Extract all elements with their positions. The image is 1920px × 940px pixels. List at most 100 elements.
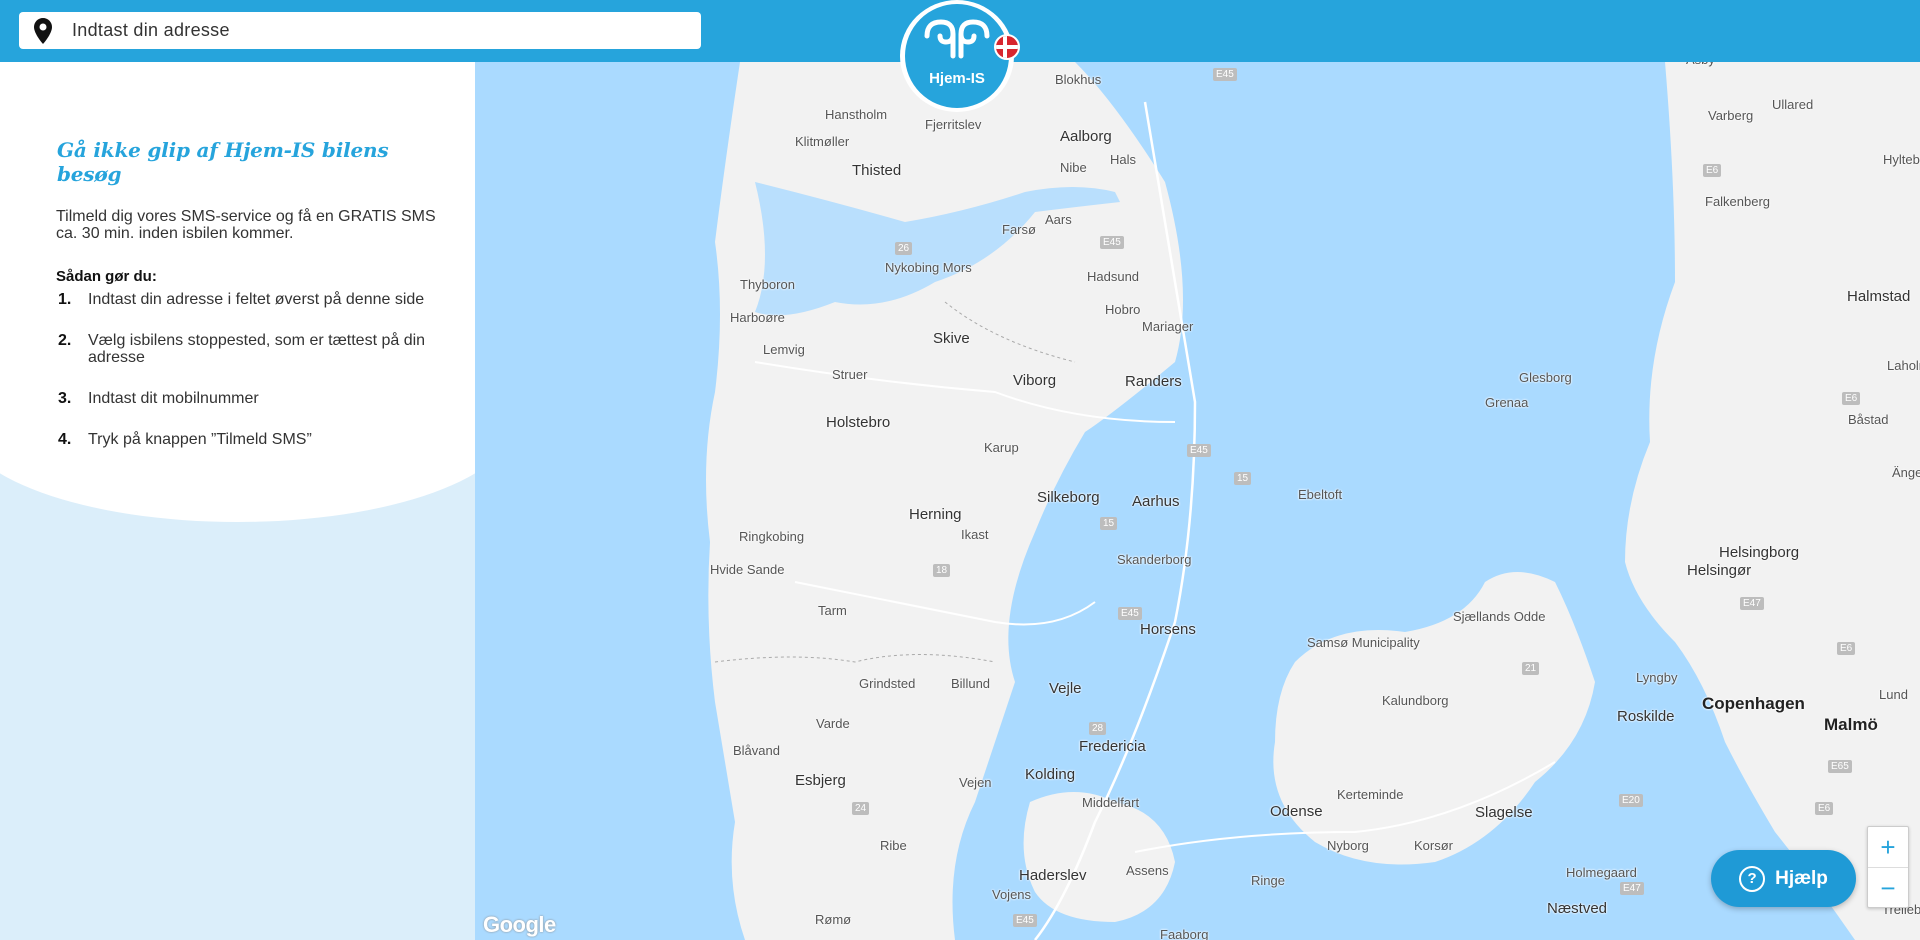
map-place-label: Rømø xyxy=(815,912,852,927)
map-place-label: Aars xyxy=(1045,212,1072,227)
map-place-label: Nykobing Mors xyxy=(885,260,972,275)
logo-badge: Hjem-IS xyxy=(905,4,1009,108)
map-place-label: Sjællands Odde xyxy=(1453,609,1546,624)
steps-list: 1. Indtast din adresse i feltet øverst p… xyxy=(56,291,436,448)
road-shield-label: E6 xyxy=(1837,642,1856,655)
map-place-label: Copenhagen xyxy=(1702,694,1805,713)
map-place-label: Ullared xyxy=(1772,97,1814,112)
map-place-label: Silkeborg xyxy=(1037,489,1100,506)
map-place-label: Haderslev xyxy=(1019,867,1087,884)
road-shield-label: E6 xyxy=(1815,802,1834,815)
zoom-out-button[interactable]: − xyxy=(1868,868,1908,908)
step-text: Indtast din adresse i feltet øverst på d… xyxy=(88,291,425,308)
map-place-label: Blokhus xyxy=(1055,72,1102,87)
map-place-label: Grenaa xyxy=(1485,395,1529,410)
road-shield-label: E45 xyxy=(1100,236,1124,249)
road-shield-label: 21 xyxy=(1522,662,1540,675)
map-place-label: Assens xyxy=(1126,863,1169,878)
howto-heading: Sådan gør du: xyxy=(56,268,157,285)
map-place-label: Randers xyxy=(1125,373,1182,390)
map-place-label: Mariager xyxy=(1142,319,1194,334)
map-place-label: Laholm xyxy=(1887,358,1920,373)
map-place-label: Hyltebruk xyxy=(1883,152,1920,167)
map-place-label: Lund xyxy=(1879,687,1908,702)
road-shield-label: E20 xyxy=(1619,794,1643,807)
road-shield-label: E6 xyxy=(1842,392,1861,405)
map-place-label: Thyboron xyxy=(740,277,795,292)
map-place-label: Ebeltoft xyxy=(1298,487,1343,502)
map-place-label: Fjerritslev xyxy=(925,117,982,132)
map-place-label: Nibe xyxy=(1060,160,1087,175)
map-place-label: Slagelse xyxy=(1475,804,1533,821)
map-place-label: Struer xyxy=(832,367,868,382)
question-icon: ? xyxy=(1739,865,1766,892)
map-place-label: Esbjerg xyxy=(795,772,846,789)
address-input[interactable] xyxy=(70,19,701,42)
road-shield-label: 15 xyxy=(1100,517,1118,530)
step-number: 2. xyxy=(58,332,72,349)
denmark-flag-icon xyxy=(994,34,1020,60)
map-place-label: Falkenberg xyxy=(1705,194,1771,209)
map-place-label: Helsingborg xyxy=(1719,544,1800,561)
map-place-label: Varberg xyxy=(1708,108,1754,123)
map-place-label: Halmstad xyxy=(1847,288,1911,305)
map-place-label: Klitmøller xyxy=(795,134,850,149)
map-place-label: Skanderborg xyxy=(1117,552,1192,567)
map-place-label: Næstved xyxy=(1547,900,1608,917)
road-shield-label: 28 xyxy=(1089,722,1107,735)
step-text: Vælg isbilens stoppested, som er tættest… xyxy=(88,332,426,366)
map-place-label: Ängelholm xyxy=(1892,465,1920,480)
map-place-label: Ringkobing xyxy=(739,529,805,544)
road-shield-label: E65 xyxy=(1828,760,1852,773)
road-shield-label: 15 xyxy=(1234,472,1252,485)
map-place-label: Nyborg xyxy=(1327,838,1369,853)
map-place-label: Hanstholm xyxy=(825,107,888,122)
map-place-label: Kerteminde xyxy=(1337,787,1404,802)
map-place-label: Odense xyxy=(1270,803,1323,820)
zoom-in-button[interactable]: + xyxy=(1868,827,1908,868)
map-place-label: Holmegaard xyxy=(1566,865,1637,880)
map-place-label: Kalundborg xyxy=(1382,693,1449,708)
promo-title: Gå ikke glip af Hjem-IS bilens besøg xyxy=(57,138,389,186)
help-label: Hjælp xyxy=(1775,867,1828,889)
map[interactable]: Google Blokhus Hanstholm Fjerritslev Klitmø… xyxy=(475,62,1920,940)
map-place-label: Fredericia xyxy=(1079,738,1146,755)
map-place-label: Karup xyxy=(984,440,1019,455)
road-shield-label: E6 xyxy=(1703,164,1722,177)
sms-info: Gå ikke glip af Hjem-IS bilens besøg Til… xyxy=(56,138,436,472)
map-place-label: Lemvig xyxy=(763,342,805,357)
map-place-label: Faaborg xyxy=(1160,927,1209,940)
road-shield-label: E47 xyxy=(1740,597,1764,610)
help-button[interactable]: ? Hjælp xyxy=(1711,850,1856,907)
road-shield-label: E45 xyxy=(1187,444,1211,457)
map-place-label: Skive xyxy=(933,330,970,347)
map-place-label: Kolding xyxy=(1025,766,1076,783)
map-place-label: Glesborg xyxy=(1519,370,1572,385)
address-search-box[interactable] xyxy=(19,12,701,49)
step-number: 4. xyxy=(58,431,72,448)
zoom-controls: + − xyxy=(1867,826,1909,908)
map-place-label: Ikast xyxy=(961,527,989,542)
road-shield-label: E47 xyxy=(1620,882,1644,895)
map-place-label: Malmö xyxy=(1824,715,1878,734)
map-place-label: Ringe xyxy=(1251,873,1285,888)
road-shield-label: 26 xyxy=(895,242,913,255)
map-place-label: Billund xyxy=(951,676,991,691)
step-item: 2. Vælg isbilens stoppested, som er tætt… xyxy=(56,332,436,366)
step-item: 4. Tryk på knappen ”Tilmeld SMS” xyxy=(56,431,436,448)
ice-cream-cone-icon xyxy=(924,19,990,59)
step-item: 3. Indtast dit mobilnummer xyxy=(56,390,436,407)
google-logo: Google xyxy=(483,912,556,937)
map-place-label: Varde xyxy=(816,716,850,731)
map-place-label: Herning xyxy=(909,506,962,523)
promo-text: Tilmeld dig vores SMS-service og få en G… xyxy=(56,208,436,242)
road-shield-label: E45 xyxy=(1013,914,1037,927)
map-place-label: Thisted xyxy=(852,162,902,179)
step-number: 1. xyxy=(58,291,72,308)
map-place-label: Holstebro xyxy=(826,414,891,431)
map-place-label: Aalborg xyxy=(1060,128,1112,145)
map-place-label: Harboøre xyxy=(730,310,785,325)
map-place-label: Farsø xyxy=(1002,222,1036,237)
map-place-label: Blåvand xyxy=(733,743,780,758)
map-place-label: Aarhus xyxy=(1132,493,1180,510)
